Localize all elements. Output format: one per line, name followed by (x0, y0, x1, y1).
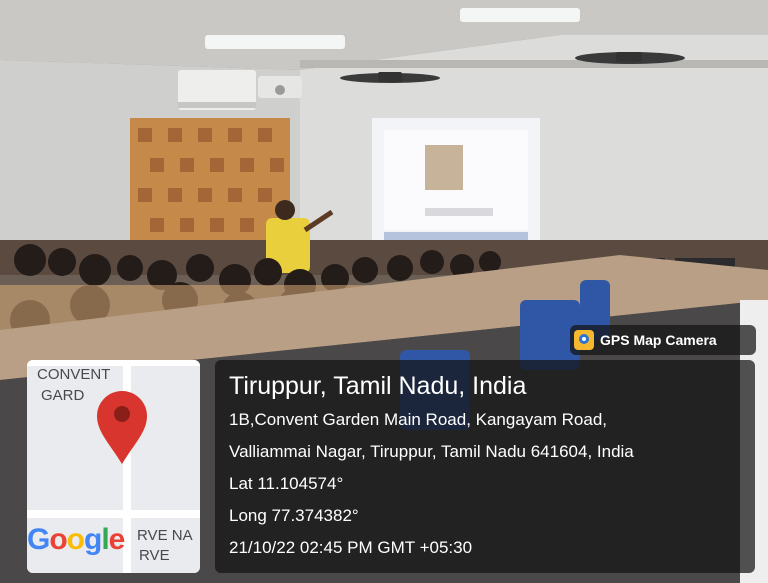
gps-map-camera-label: GPS Map Camera (600, 332, 717, 348)
gps-map-camera-badge: GPS Map Camera (570, 325, 756, 355)
timestamp: 21/10/22 02:45 PM GMT +05:30 (229, 538, 473, 557)
address-line-2: Valliammai Nagar, Tiruppur, Tamil Nadu 6… (229, 442, 634, 461)
latitude: Lat 11.104574° (229, 474, 344, 493)
longitude: Long 77.374382° (229, 506, 359, 525)
location-title: Tiruppur, Tamil Nadu, India (229, 372, 527, 400)
gps-map-camera-app-icon (574, 330, 594, 350)
map-thumbnail: CONVENT GARD RVE NA RVE Google (27, 360, 200, 573)
location-info-panel: Tiruppur, Tamil Nadu, India 1B,Convent G… (215, 360, 755, 573)
address-line-1: 1B,Convent Garden Main Road, Kangayam Ro… (229, 410, 608, 429)
google-logo: Google (27, 523, 125, 556)
